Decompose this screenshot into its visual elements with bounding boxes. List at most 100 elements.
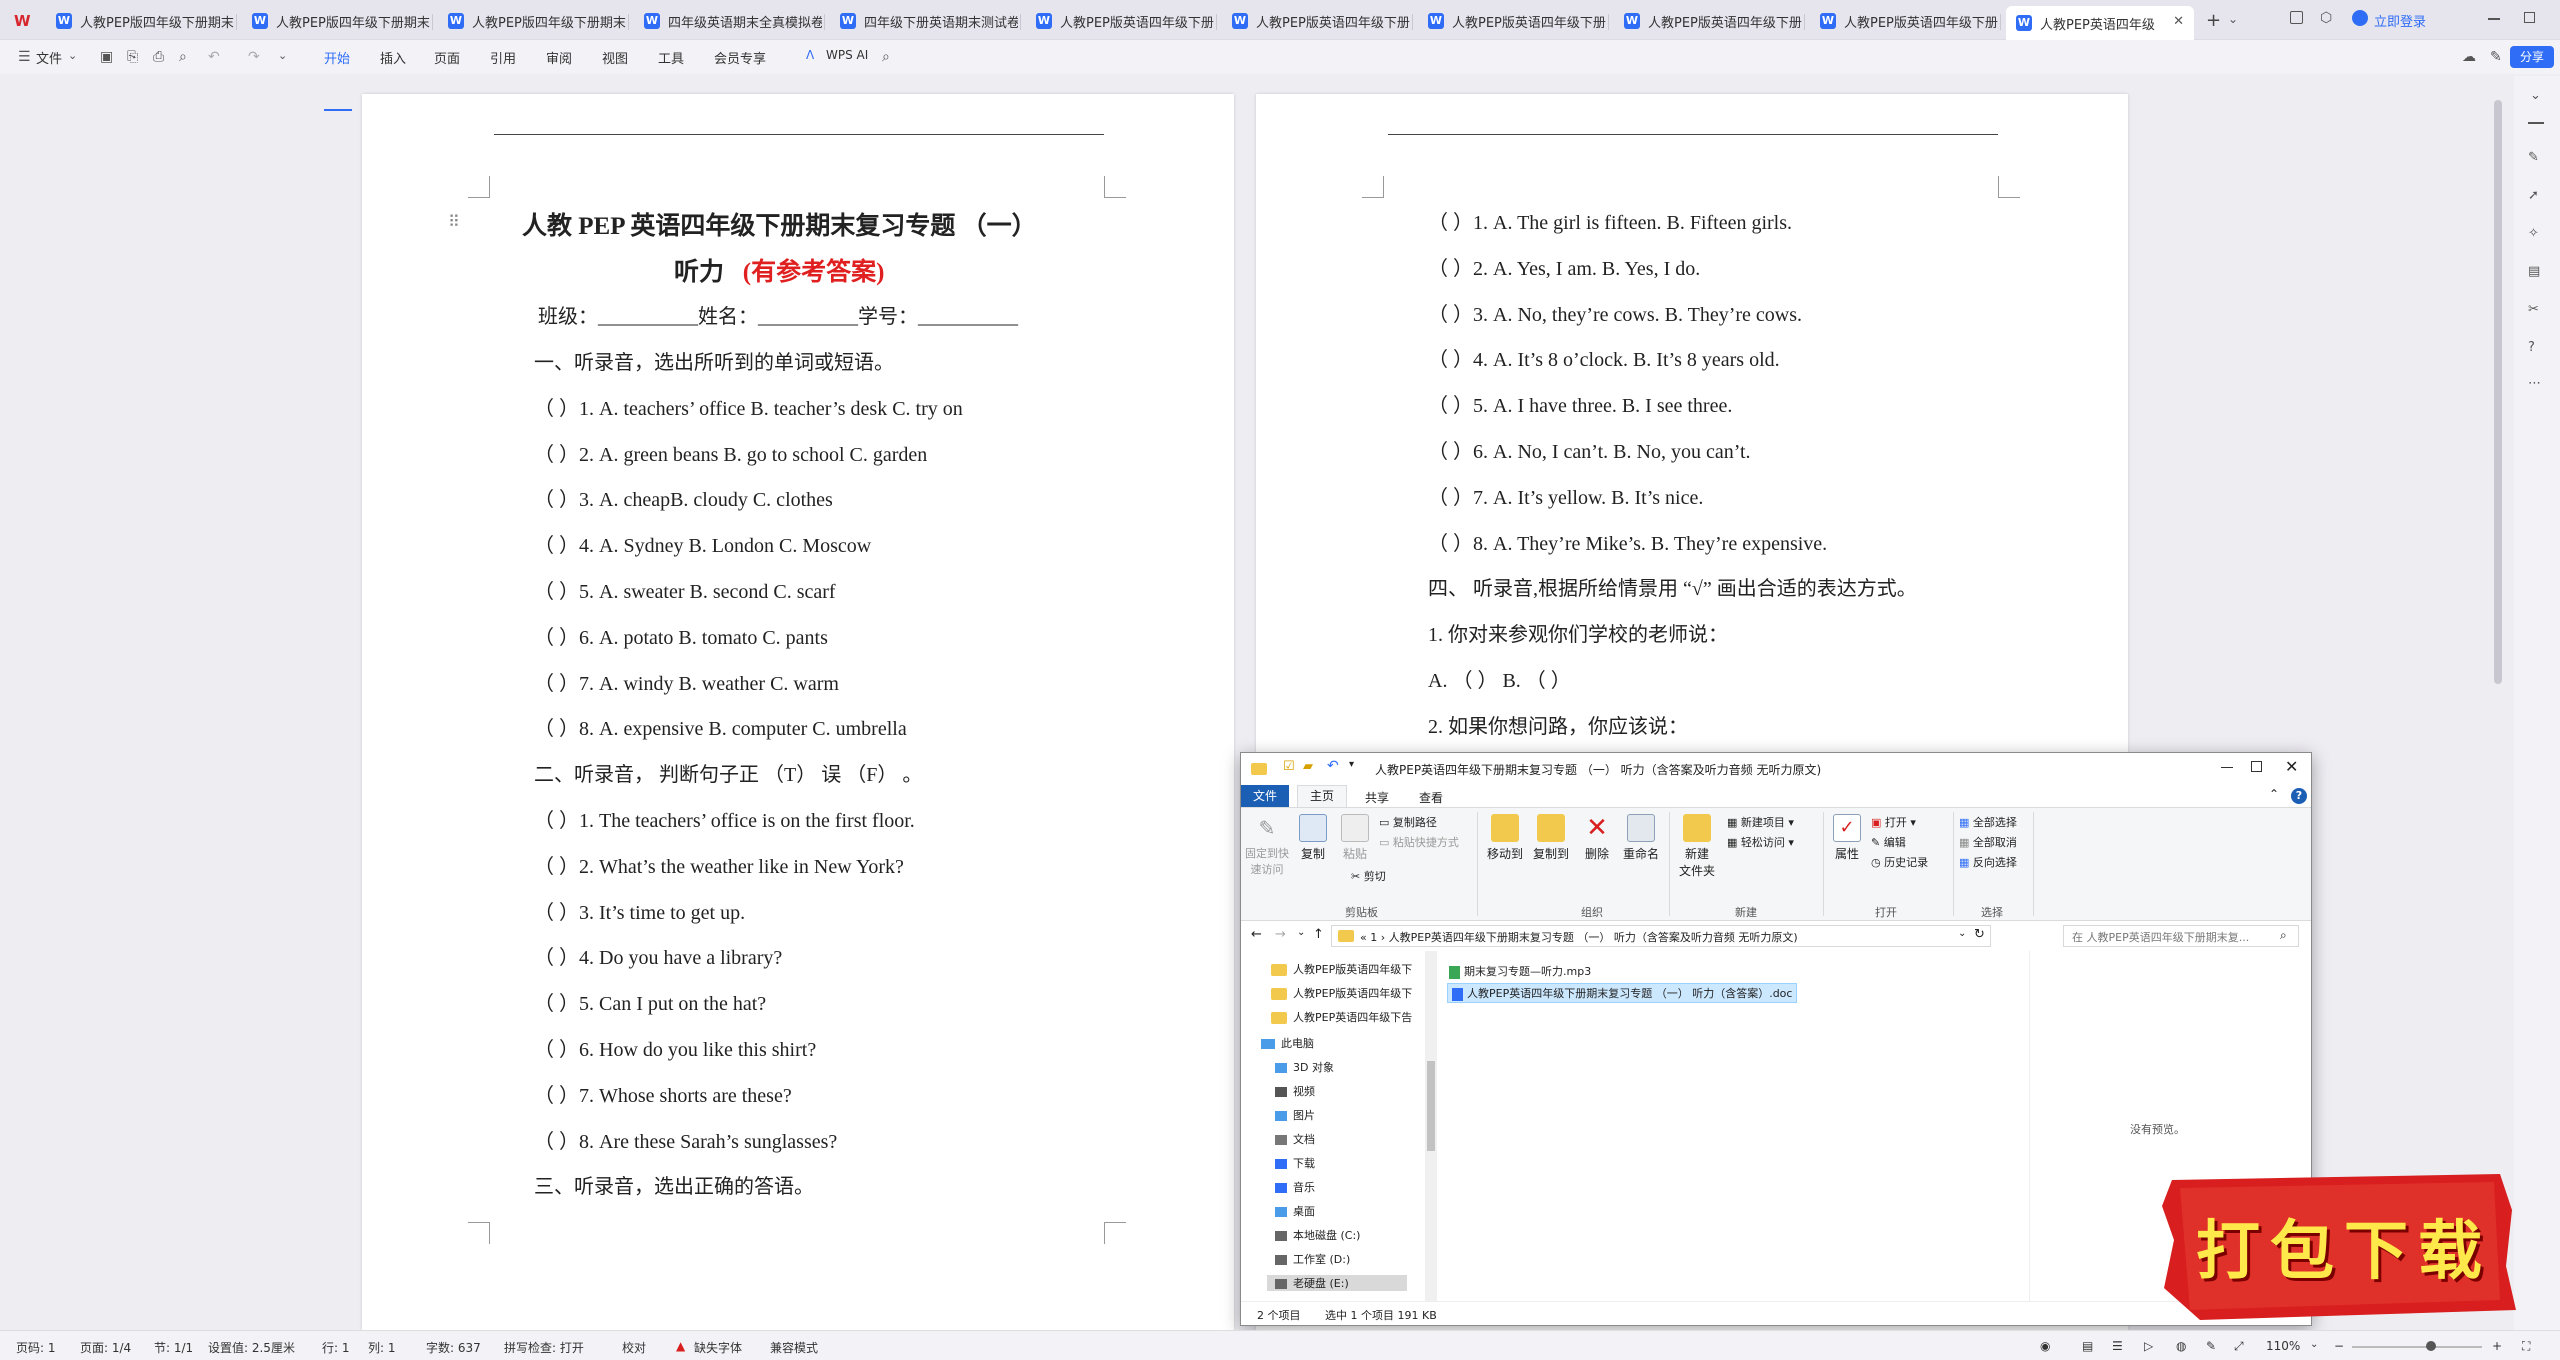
outline-view-icon[interactable]: ☰ — [2112, 1339, 2123, 1353]
tab-document[interactable]: W 人教PEP版英语四年级下册 — [1614, 6, 1802, 36]
nav-item[interactable]: 工作室 (D:) — [1275, 1251, 1350, 1267]
nav-folder-item[interactable]: 人教PEP版英语四年级下 — [1271, 985, 1412, 1001]
address-bar[interactable]: « 1 › 人教PEP英语四年级下册期末复习专题 （一） 听力（含答案及听力音频… — [1331, 925, 1991, 947]
undo-quick-icon[interactable]: ↶ — [1327, 758, 1339, 774]
pen-mode-icon[interactable]: ✎ — [2206, 1339, 2216, 1353]
fit-icon[interactable]: ⤢ — [2234, 1339, 2244, 1354]
menu-tab[interactable]: 开始 — [324, 48, 350, 67]
tab-document[interactable]: W 四年级下册英语期末测试卷 — [830, 6, 1018, 36]
web-icon[interactable]: ◍ — [2176, 1339, 2186, 1353]
paste-button[interactable]: 粘贴 — [1337, 814, 1373, 862]
ribbon-tab-file[interactable]: 文件 — [1241, 785, 1289, 807]
open-button[interactable]: ▣ 打开 ▾ — [1871, 814, 1916, 830]
new-folder-quick-icon[interactable]: ▰ — [1303, 759, 1313, 774]
explorer-maximize-button[interactable] — [2251, 761, 2262, 772]
delete-button[interactable]: ✕ 删除 — [1579, 814, 1615, 862]
refresh-icon[interactable]: ↻ — [1974, 927, 1985, 942]
properties-quick-icon[interactable]: ☑ — [1283, 759, 1295, 774]
new-tab-icon[interactable]: + — [2206, 10, 2221, 31]
menu-tab[interactable]: 视图 — [602, 48, 628, 67]
nav-scrollbar[interactable] — [1425, 951, 1437, 1301]
collapse-icon[interactable]: ⌄ — [2530, 88, 2541, 103]
cube-icon[interactable]: ⬡ — [2320, 10, 2332, 26]
nav-item[interactable]: 老硬盘 (E:) — [1267, 1275, 1407, 1291]
menu-tab[interactable]: 工具 — [658, 48, 684, 67]
zoom-slider-thumb[interactable] — [2426, 1341, 2436, 1351]
breadcrumb[interactable]: « 1 › 人教PEP英语四年级下册期末复习专题 （一） 听力（含答案及听力音频… — [1360, 929, 1798, 945]
redo-icon[interactable]: ↷ — [248, 49, 260, 65]
status-proof[interactable]: 校对 — [622, 1339, 646, 1356]
back-icon[interactable]: ← — [1251, 927, 1262, 942]
tab-document[interactable]: W 人教PEP版英语四年级下册 — [1418, 6, 1606, 36]
minimize-button[interactable] — [2488, 18, 2500, 20]
help-icon[interactable]: ? — [2291, 788, 2307, 804]
ai-tools-icon[interactable]: ✧ — [2528, 226, 2539, 241]
menu-icon[interactable]: ☰ — [18, 49, 31, 65]
drag-handle-icon[interactable]: ⠿ — [448, 212, 460, 231]
tab-document[interactable]: W 人教PEP版英语四年级下册 — [1810, 6, 1998, 36]
nav-item[interactable]: 本地磁盘 (C:) — [1275, 1227, 1360, 1243]
new-folder-button[interactable]: 新建 文件夹 — [1675, 814, 1719, 879]
play-icon[interactable]: ▷ — [2144, 1339, 2153, 1353]
forward-icon[interactable]: → — [1275, 927, 1286, 942]
tab-document[interactable]: W 人教PEP版英语四年级下册 — [1222, 6, 1410, 36]
nav-folder-item[interactable]: 人教PEP英语四年级下告 — [1271, 1009, 1412, 1025]
export-icon[interactable]: ⎘ — [127, 49, 138, 65]
explorer-close-button[interactable]: ✕ — [2285, 757, 2298, 776]
ribbon-tab-view[interactable]: 查看 — [1419, 789, 1443, 806]
cut-button[interactable]: ✂ 剪切 — [1351, 868, 1386, 884]
chevron-down-icon[interactable]: ⌄ — [68, 49, 77, 62]
menu-tab[interactable]: 审阅 — [546, 48, 572, 67]
status-spell[interactable]: 拼写检查: 打开 — [504, 1339, 584, 1356]
zoom-slider[interactable] — [2352, 1346, 2482, 1348]
copy-button[interactable]: 复制 — [1295, 814, 1331, 862]
file-menu[interactable]: 文件 — [36, 48, 62, 67]
recent-chevron-icon[interactable]: ⌄ — [1297, 927, 1305, 938]
more-icon[interactable]: ⋯ — [2528, 376, 2541, 391]
tab-close-icon[interactable]: ✕ — [2173, 14, 2184, 29]
paste-shortcut-button[interactable]: ▭ 粘贴快捷方式 — [1379, 834, 1459, 850]
edit-icon[interactable]: ✎ — [2490, 49, 2502, 65]
save-icon[interactable]: ▣ — [100, 49, 113, 65]
share-button[interactable]: 分享 — [2510, 46, 2554, 68]
tab-document[interactable]: W 人教PEP版四年级下册期末 — [242, 6, 430, 36]
nav-scrollbar-thumb[interactable] — [1427, 1061, 1435, 1151]
file-item-mp3[interactable]: 期末复习专题—听力.mp3 — [1449, 963, 1591, 979]
nav-item[interactable]: 3D 对象 — [1275, 1059, 1334, 1075]
status-setting[interactable]: 设置值: 2.5厘米 — [208, 1339, 295, 1356]
cloud-icon[interactable]: ☁ — [2462, 49, 2476, 65]
invert-selection-button[interactable]: ▦ 反向选择 — [1959, 854, 2017, 870]
vertical-scrollbar[interactable] — [2494, 100, 2502, 684]
wps-ai-icon[interactable]: ᐱ — [806, 48, 814, 62]
tab-document[interactable]: W 人教PEP版四年级下册期末 — [46, 6, 234, 36]
tab-document[interactable]: W 人教PEP版英语四年级下册 — [1026, 6, 1214, 36]
wps-ai-button[interactable]: WPS AI — [826, 48, 868, 62]
file-item-doc[interactable]: 人教PEP英语四年级下册期末复习专题 （一） 听力（含答案）.doc — [1447, 983, 1798, 1003]
download-banner[interactable]: 打包下载 — [2160, 1170, 2520, 1324]
select-all-button[interactable]: ▦ 全部选择 — [1959, 814, 2017, 830]
nav-folder-item[interactable]: 人教PEP版英语四年级下 — [1271, 961, 1412, 977]
select-none-button[interactable]: ▦ 全部取消 — [1959, 834, 2017, 850]
tools-icon[interactable]: ✂ — [2528, 302, 2539, 317]
nav-item[interactable]: 图片 — [1275, 1107, 1315, 1123]
eye-icon[interactable]: ◉ — [2040, 1339, 2050, 1353]
nav-item-this-pc[interactable]: 此电脑 — [1261, 1035, 1314, 1051]
ribbon-collapse-icon[interactable]: ⌃ — [2269, 787, 2279, 801]
properties-button[interactable]: ✓ 属性 — [1829, 814, 1865, 862]
history-button[interactable]: ◷ 历史记录 — [1871, 854, 1928, 870]
easy-access-button[interactable]: ▦ 轻松访问 ▾ — [1727, 834, 1794, 850]
preview-icon[interactable]: ⌕ — [179, 49, 187, 65]
nav-item[interactable]: 文档 — [1275, 1131, 1315, 1147]
help-icon[interactable]: ? — [2528, 340, 2535, 355]
zoom-out-icon[interactable]: − — [2334, 1339, 2344, 1353]
print-icon[interactable]: ⎙ — [153, 49, 164, 65]
wps-logo-icon[interactable]: W — [14, 12, 32, 30]
status-missing-font[interactable]: 缺失字体 — [694, 1339, 742, 1356]
tab-document[interactable]: W 人教PEP版四年级下册期末 — [438, 6, 626, 36]
tab-list-chevron-icon[interactable]: ⌄ — [2228, 12, 2238, 26]
fullscreen-icon[interactable]: ⛶ — [2522, 1339, 2530, 1354]
login-link[interactable]: 立即登录 — [2374, 11, 2426, 30]
avatar[interactable] — [2352, 10, 2368, 26]
edit-button[interactable]: ✎ 编辑 — [1871, 834, 1906, 850]
search-box[interactable]: 在 人教PEP英语四年级下册期末复... ⌕ — [2063, 925, 2299, 947]
